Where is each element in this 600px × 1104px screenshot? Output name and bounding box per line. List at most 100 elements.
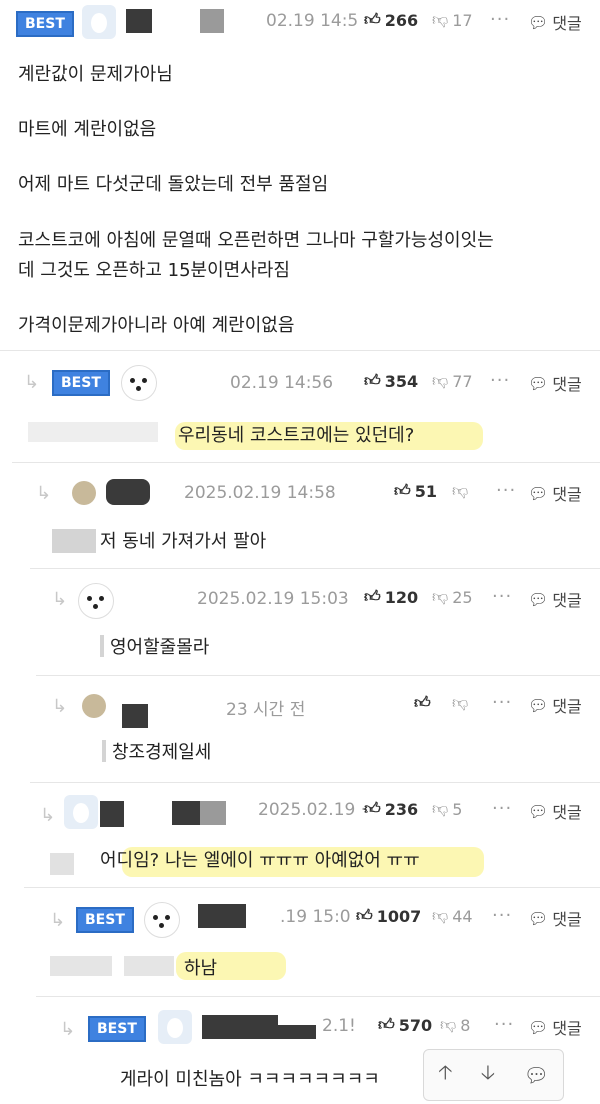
comment-time: 23 시간 전 bbox=[226, 700, 306, 720]
like-button[interactable]: 👍︎ 51 bbox=[394, 481, 437, 501]
reply-button[interactable]: 💬︎ 댓글 bbox=[528, 371, 582, 395]
reply-label: 댓글 bbox=[552, 591, 582, 610]
reply-button[interactable]: 💬︎ 댓글 bbox=[528, 1015, 582, 1039]
dislike-button[interactable]: 👎︎ 5 bbox=[432, 799, 462, 819]
thumbs-up-icon: 👍︎ bbox=[414, 693, 431, 712]
like-button[interactable]: 👍︎ 1007 bbox=[356, 906, 421, 926]
reply-label: 댓글 bbox=[552, 14, 582, 33]
redacted-text bbox=[28, 422, 158, 442]
comment-text: 저 동네 가져가서 팔아 bbox=[100, 531, 267, 552]
reply-arrow-icon: ↳ bbox=[60, 1019, 76, 1040]
redacted-username bbox=[126, 9, 152, 33]
dislike-button[interactable]: 👎︎ 44 bbox=[432, 906, 473, 926]
reply-label: 댓글 bbox=[552, 803, 582, 822]
more-options-button[interactable]: ··· bbox=[490, 370, 510, 391]
arrow-up-icon[interactable]: 🡡 bbox=[438, 1058, 452, 1092]
more-options-button[interactable]: ··· bbox=[492, 692, 512, 713]
thumbs-down-icon: 👎︎ bbox=[432, 10, 449, 29]
comment-line: 어제 마트 다섯군데 돌았는데 전부 품절임 bbox=[18, 174, 329, 195]
redacted-text bbox=[102, 740, 106, 762]
dislike-count: 5 bbox=[452, 799, 463, 819]
dislike-button[interactable]: 👎︎ 77 bbox=[432, 371, 473, 391]
chat-icon[interactable]: 💬︎ bbox=[523, 1063, 548, 1087]
redacted-block bbox=[200, 801, 226, 825]
like-button[interactable]: 👍︎ 236 bbox=[364, 799, 418, 819]
more-options-button[interactable]: ··· bbox=[496, 480, 516, 501]
like-count: 51 bbox=[414, 481, 437, 501]
reply-button[interactable]: 💬︎ 댓글 bbox=[528, 481, 582, 505]
thumbs-up-icon: 👍︎ bbox=[364, 10, 381, 29]
reply-button[interactable]: 💬︎ 댓글 bbox=[528, 799, 582, 823]
reply-label: 댓글 bbox=[552, 1019, 582, 1038]
best-badge: BEST bbox=[16, 11, 74, 37]
thumbs-down-icon: 👎︎ bbox=[432, 587, 449, 606]
dislike-button[interactable]: 👎︎ bbox=[452, 693, 472, 713]
thumbs-down-icon: 👎︎ bbox=[440, 1015, 457, 1034]
comment-7: ↳ BEST .19 15:0 👍︎ 1007 👎︎ 44 ··· 💬︎ 댓글 하남 bbox=[36, 888, 600, 996]
more-options-button[interactable]: ··· bbox=[490, 9, 510, 30]
dislike-button[interactable]: 👎︎ 17 bbox=[432, 10, 473, 30]
floating-nav-toolbar: 🡡 🡣 💬︎ bbox=[423, 1049, 564, 1101]
avatar[interactable] bbox=[82, 694, 106, 718]
dislike-count: 77 bbox=[452, 371, 473, 391]
speech-bubble-icon: 💬︎ bbox=[528, 373, 549, 393]
reply-arrow-icon: ↳ bbox=[50, 910, 66, 931]
comment-time: 2.1! bbox=[322, 1016, 356, 1036]
redacted-username bbox=[122, 704, 148, 728]
comment-time: 02.19 14:56 bbox=[230, 373, 334, 393]
thumbs-up-icon: 👍︎ bbox=[394, 481, 411, 500]
redacted-text bbox=[50, 853, 74, 875]
reply-button[interactable]: 💬︎ 댓글 bbox=[528, 10, 582, 34]
thumbs-up-icon: 👍︎ bbox=[364, 799, 381, 818]
avatar[interactable] bbox=[144, 902, 180, 938]
speech-bubble-icon: 💬︎ bbox=[528, 801, 549, 821]
reply-label: 댓글 bbox=[552, 697, 582, 716]
arrow-down-icon[interactable]: 🡣 bbox=[481, 1058, 495, 1092]
reply-arrow-icon: ↳ bbox=[24, 372, 40, 393]
speech-bubble-icon: 💬︎ bbox=[528, 1017, 549, 1037]
like-button[interactable]: 👍︎ 266 bbox=[364, 10, 418, 30]
reply-button[interactable]: 💬︎ 댓글 bbox=[528, 906, 582, 930]
dislike-button[interactable]: 👎︎ 25 bbox=[432, 587, 473, 607]
avatar[interactable] bbox=[64, 795, 98, 829]
like-button[interactable]: 👍︎ 120 bbox=[364, 587, 418, 607]
avatar[interactable] bbox=[82, 5, 116, 39]
comment-line: 가격이문제가아니라 아예 계란이없음 bbox=[18, 315, 295, 336]
avatar[interactable] bbox=[158, 1010, 192, 1044]
dislike-button[interactable]: 👎︎ bbox=[452, 481, 472, 501]
like-button[interactable]: 👍︎ 354 bbox=[364, 371, 418, 391]
more-options-button[interactable]: ··· bbox=[492, 586, 512, 607]
comment-4: ↳ 2025.02.19 15:03 👍︎ 120 👎︎ 25 ··· 💬︎ 댓글 영… bbox=[36, 569, 600, 675]
like-count: 354 bbox=[384, 371, 419, 391]
comment-line: 계란값이 문제가아님 bbox=[18, 64, 173, 85]
like-count: 120 bbox=[384, 587, 419, 607]
comment-line: 데 그것도 오픈하고 15분이면사라짐 bbox=[18, 260, 290, 281]
best-badge: BEST bbox=[52, 370, 110, 396]
redacted-block bbox=[276, 1025, 316, 1039]
dislike-button[interactable]: 👎︎ 8 bbox=[440, 1015, 470, 1035]
redacted-username bbox=[198, 904, 246, 928]
avatar[interactable] bbox=[121, 365, 157, 401]
comment-text: 우리동네 코스트코에는 있던데? bbox=[178, 425, 415, 446]
comment-line: 마트에 계란이없음 bbox=[18, 119, 157, 140]
thumbs-down-icon: 👎︎ bbox=[452, 481, 469, 500]
more-options-button[interactable]: ··· bbox=[492, 905, 512, 926]
speech-bubble-icon: 💬︎ bbox=[528, 12, 549, 32]
comment-5: ↳ 23 시간 전 👍︎ 👎︎ ··· 💬︎ 댓글 창조경제일세 bbox=[36, 676, 600, 782]
like-button[interactable]: 👍︎ 570 bbox=[378, 1015, 432, 1035]
like-button[interactable]: 👍︎ bbox=[414, 693, 435, 713]
more-options-button[interactable]: ··· bbox=[494, 1014, 514, 1035]
redacted-text bbox=[50, 956, 112, 976]
reply-button[interactable]: 💬︎ 댓글 bbox=[528, 693, 582, 717]
comment-time: .19 15:0 bbox=[280, 907, 351, 927]
avatar[interactable] bbox=[78, 583, 114, 619]
reply-arrow-icon: ↳ bbox=[40, 805, 56, 826]
comment-3: ↳ 2025.02.19 14:58 👍︎ 51 👎︎ ··· 💬︎ 댓글 저 동네… bbox=[20, 463, 600, 568]
reply-button[interactable]: 💬︎ 댓글 bbox=[528, 587, 582, 611]
more-options-button[interactable]: ··· bbox=[492, 798, 512, 819]
thumbs-down-icon: 👎︎ bbox=[452, 693, 469, 712]
comment-time: 02.19 14:5 bbox=[266, 11, 359, 31]
thumbs-up-icon: 👍︎ bbox=[364, 371, 381, 390]
avatar[interactable] bbox=[72, 481, 96, 505]
comment-6: ↳ 2025.02.19 · 👍︎ 236 👎︎ 5 ··· 💬︎ 댓글 어디임? 나… bbox=[30, 783, 600, 887]
